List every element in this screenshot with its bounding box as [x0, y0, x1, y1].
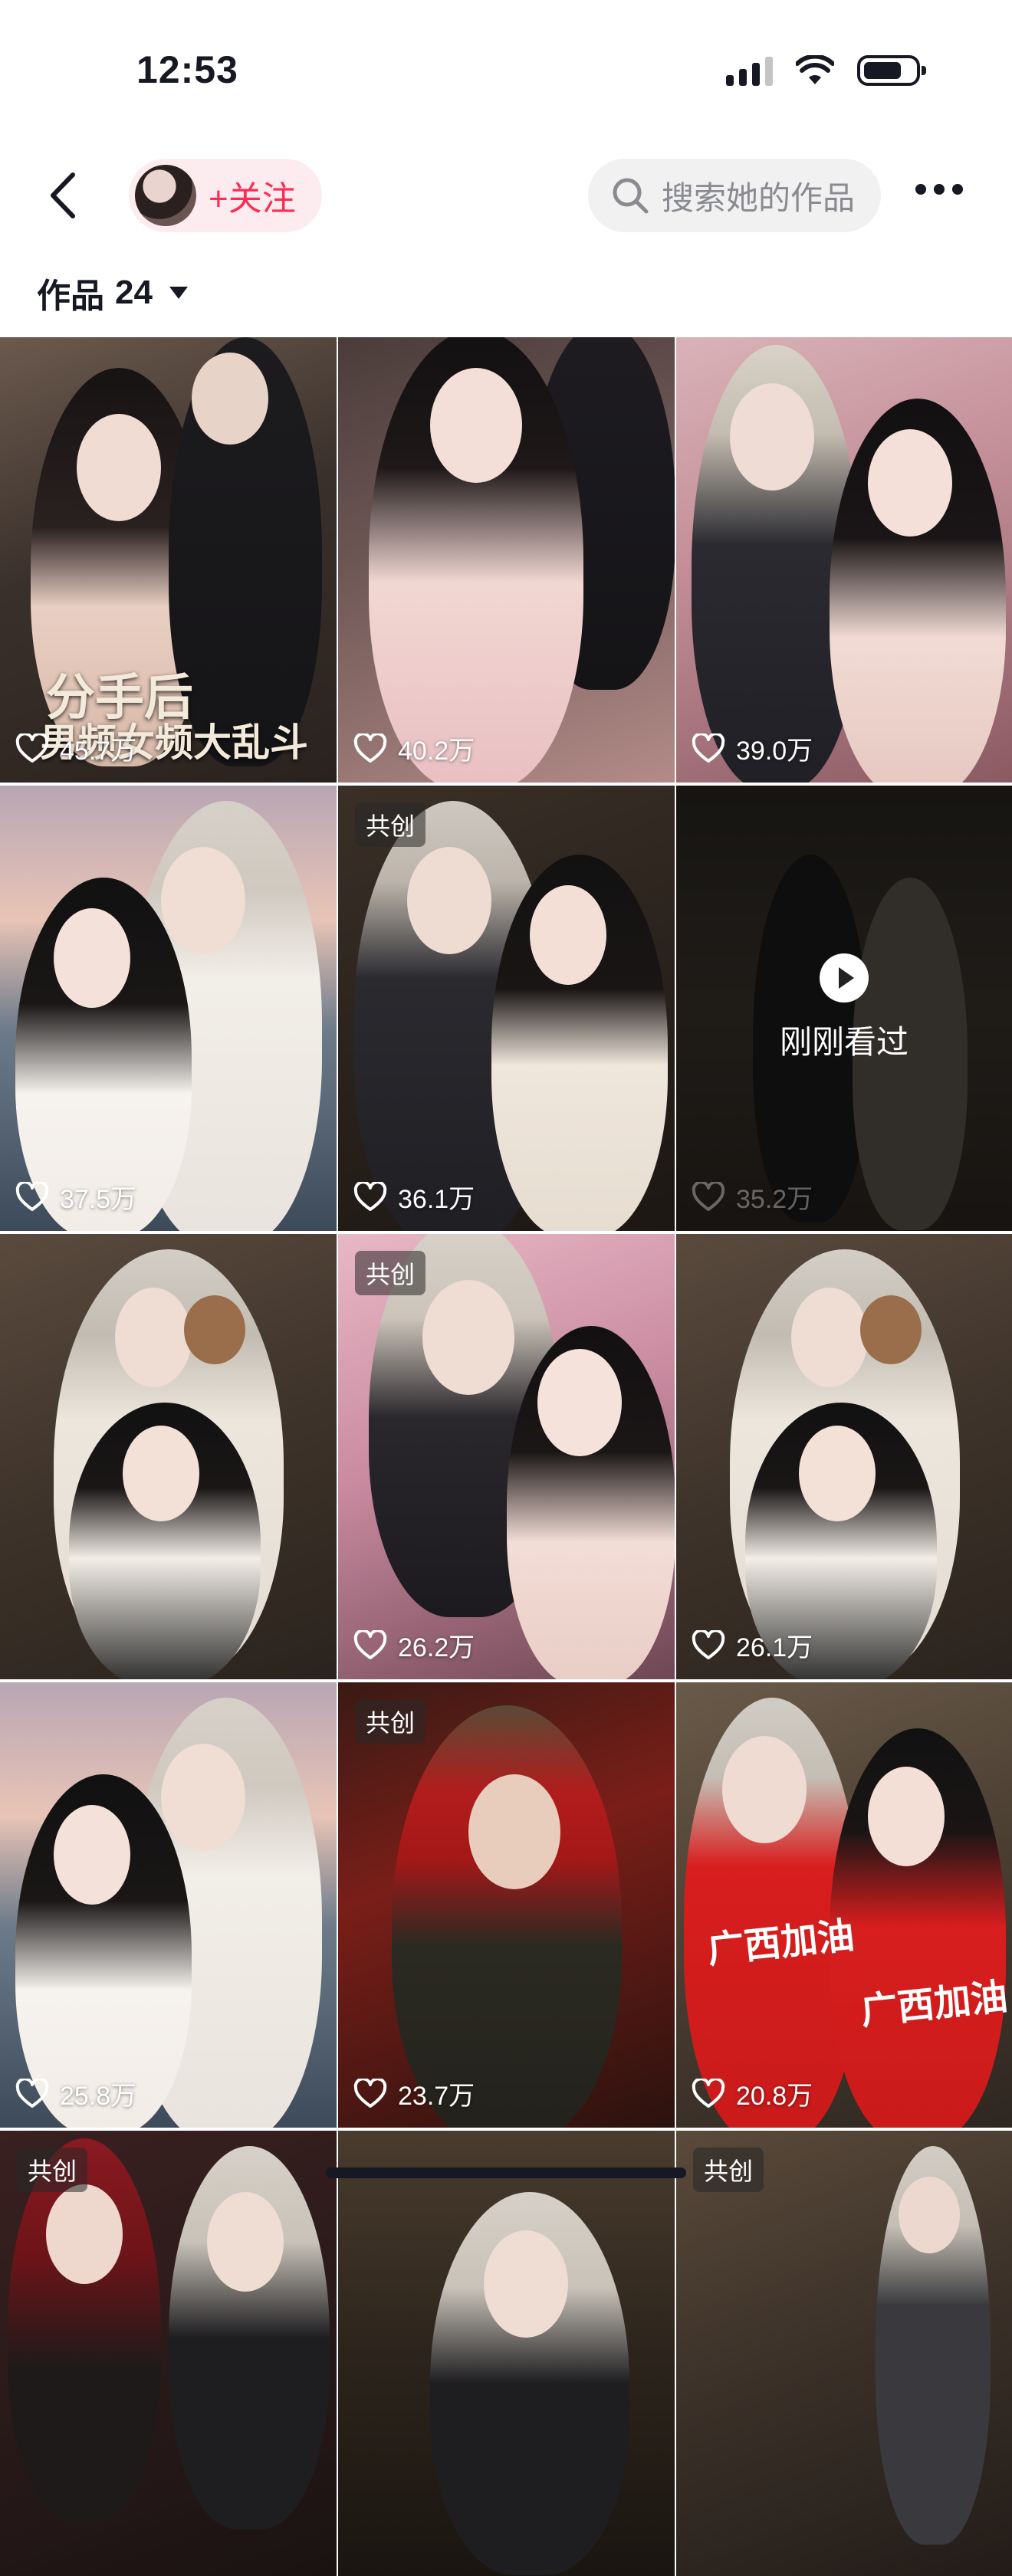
heart-icon — [353, 2078, 387, 2108]
more-options-button[interactable] — [915, 184, 963, 195]
cellular-signal-icon — [726, 55, 773, 86]
status-icons — [726, 55, 926, 86]
search-placeholder: 搜索她的作品 — [662, 179, 856, 216]
co-creation-badge: 共创 — [355, 802, 426, 847]
like-count: 26.1万 — [692, 1626, 813, 1664]
co-creation-badge: 共创 — [355, 1251, 426, 1295]
like-count: 23.7万 — [353, 2075, 475, 2112]
more-dot-icon — [915, 184, 926, 195]
like-count: 25.8万 — [15, 2075, 136, 2112]
home-indicator[interactable] — [326, 2167, 686, 2178]
caret-down-icon — [169, 287, 188, 299]
more-dot-icon — [952, 184, 963, 195]
battery-icon — [857, 55, 926, 86]
wifi-icon — [796, 55, 834, 84]
like-count-label: 37.5万 — [60, 1185, 137, 1214]
video-tile[interactable]: 26.1万 — [676, 1234, 1012, 1679]
heart-icon — [692, 733, 725, 763]
follow-button[interactable]: +关注 — [129, 159, 322, 232]
video-tile[interactable]: 刚刚看过 35.2万 — [676, 786, 1012, 1231]
like-count-label: 26.2万 — [398, 1633, 475, 1662]
recently-watched-label: 刚刚看过 — [779, 1024, 909, 1060]
profile-header: +关注 搜索她的作品 — [0, 146, 1012, 245]
heart-icon — [692, 1629, 725, 1659]
heart-icon — [15, 733, 49, 763]
back-button[interactable] — [42, 169, 88, 222]
heart-icon — [353, 1181, 387, 1211]
status-bar: 12:53 — [0, 0, 1012, 146]
more-dot-icon — [934, 184, 945, 195]
avatar[interactable] — [135, 165, 196, 226]
like-count-label: 39.0万 — [736, 737, 813, 766]
video-tile[interactable]: 共创 23.7万 — [338, 1682, 675, 2128]
like-count: 40.2万 — [353, 730, 475, 767]
heart-icon — [15, 2078, 49, 2108]
video-tile[interactable]: 40.2万 — [338, 337, 675, 783]
video-tile[interactable]: 广西加油 广西加油 20.8万 — [676, 1682, 1012, 2128]
works-label: 作品 — [37, 277, 104, 315]
video-tile[interactable]: 分手后 男频女频大乱斗 45.7万 — [0, 337, 337, 783]
like-count: 26.2万 — [353, 1626, 475, 1664]
video-tile[interactable]: 共创 36.1万 — [338, 786, 675, 1231]
video-tile[interactable]: 25.8万 — [0, 1682, 337, 2128]
co-creation-badge: 共创 — [693, 2148, 764, 2192]
video-tile[interactable] — [338, 2131, 675, 2576]
video-tile[interactable]: 39.0万 — [676, 337, 1012, 783]
search-icon — [613, 178, 649, 214]
heart-icon — [692, 1181, 725, 1211]
recently-watched-overlay: 刚刚看过 — [676, 786, 1012, 1231]
search-input[interactable]: 搜索她的作品 — [588, 159, 881, 232]
co-creation-badge: 共创 — [355, 1699, 426, 1744]
like-count-label: 23.7万 — [398, 2082, 475, 2111]
like-count-label: 26.1万 — [736, 1633, 813, 1662]
play-icon — [820, 953, 869, 1003]
like-count: 45.7万 — [15, 730, 136, 767]
video-grid: 分手后 男频女频大乱斗 45.7万 40.2万 39.0万 37.5万 共创 3… — [0, 337, 1012, 2576]
like-count-label: 35.2万 — [736, 1185, 813, 1214]
like-count-label: 36.1万 — [398, 1185, 475, 1214]
video-tile[interactable]: 37.5万 — [0, 786, 337, 1231]
works-count: 24 — [115, 274, 153, 311]
co-creation-badge: 共创 — [17, 2148, 88, 2192]
like-count: 35.2万 — [692, 1178, 813, 1216]
heart-icon — [353, 1629, 387, 1659]
like-count-label: 40.2万 — [398, 737, 475, 766]
like-count: 37.5万 — [15, 1178, 136, 1216]
status-time: 12:53 — [136, 48, 238, 91]
heart-icon — [692, 2078, 725, 2108]
follow-label: +关注 — [209, 180, 296, 218]
heart-icon — [353, 733, 387, 763]
works-filter-dropdown[interactable]: 作品 24 — [37, 268, 188, 317]
like-count: 39.0万 — [692, 730, 813, 767]
like-count: 36.1万 — [353, 1178, 475, 1216]
video-tile[interactable] — [0, 1234, 337, 1679]
like-count-label: 45.7万 — [60, 737, 137, 766]
like-count-label: 25.8万 — [60, 2082, 137, 2111]
like-count-label: 20.8万 — [736, 2082, 813, 2111]
heart-icon — [15, 1181, 49, 1211]
video-tile[interactable]: 共创 26.2万 — [338, 1234, 675, 1679]
video-tile[interactable]: 共创 — [676, 2131, 1012, 2576]
video-tile[interactable]: 共创 — [0, 2131, 337, 2576]
like-count: 20.8万 — [692, 2075, 813, 2112]
